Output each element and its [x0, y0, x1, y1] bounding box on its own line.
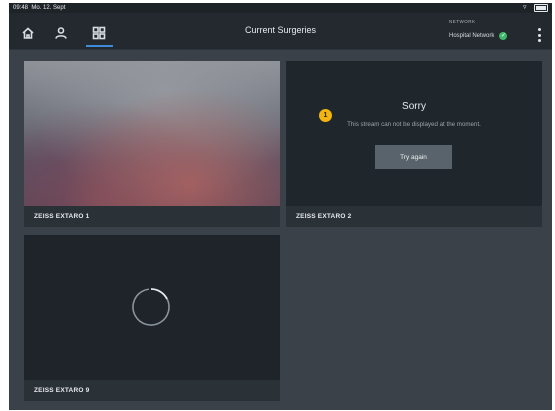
status-date: Mo. 12. Sept: [31, 5, 66, 11]
camera-tile-2[interactable]: 1 Sorry This stream can not be displayed…: [286, 61, 542, 227]
battery-icon: [534, 4, 548, 12]
top-navigation-bar: Current Surgeries NETWORK Hospital Netwo…: [9, 13, 552, 50]
network-status[interactable]: NETWORK Hospital Network ✓: [449, 19, 508, 40]
stream-error-panel: 1 Sorry This stream can not be displayed…: [286, 61, 542, 206]
active-tab-indicator: [86, 45, 113, 47]
try-again-button[interactable]: Try again: [375, 145, 452, 169]
loading-spinner-icon: [132, 288, 170, 326]
video-stream[interactable]: [24, 61, 280, 206]
tile-caption: ZEISS EXTARO 9: [24, 380, 280, 401]
network-label: NETWORK: [449, 19, 476, 24]
camera-tile-3[interactable]: ZEISS EXTARO 9: [24, 235, 280, 401]
wifi-icon: ▿: [523, 4, 527, 11]
status-bar: 09:48 Mo. 12. Sept ▿: [9, 3, 552, 13]
tile-caption: ZEISS EXTARO 2: [286, 206, 542, 227]
status-time: 09:48: [13, 5, 29, 11]
network-name: Hospital Network: [449, 33, 495, 39]
error-title: Sorry: [402, 101, 426, 112]
more-vertical-icon: [537, 28, 541, 31]
loading-panel: [24, 235, 280, 380]
check-circle-icon: ✓: [499, 32, 508, 40]
error-message: This stream can not be displayed at the …: [347, 121, 481, 128]
more-menu-button[interactable]: [536, 28, 542, 42]
camera-tile-1[interactable]: ZEISS EXTARO 1: [24, 61, 280, 227]
tile-caption: ZEISS EXTARO 1: [24, 206, 280, 227]
app-window: 09:48 Mo. 12. Sept ▿ Current Surgeries N…: [9, 3, 552, 410]
